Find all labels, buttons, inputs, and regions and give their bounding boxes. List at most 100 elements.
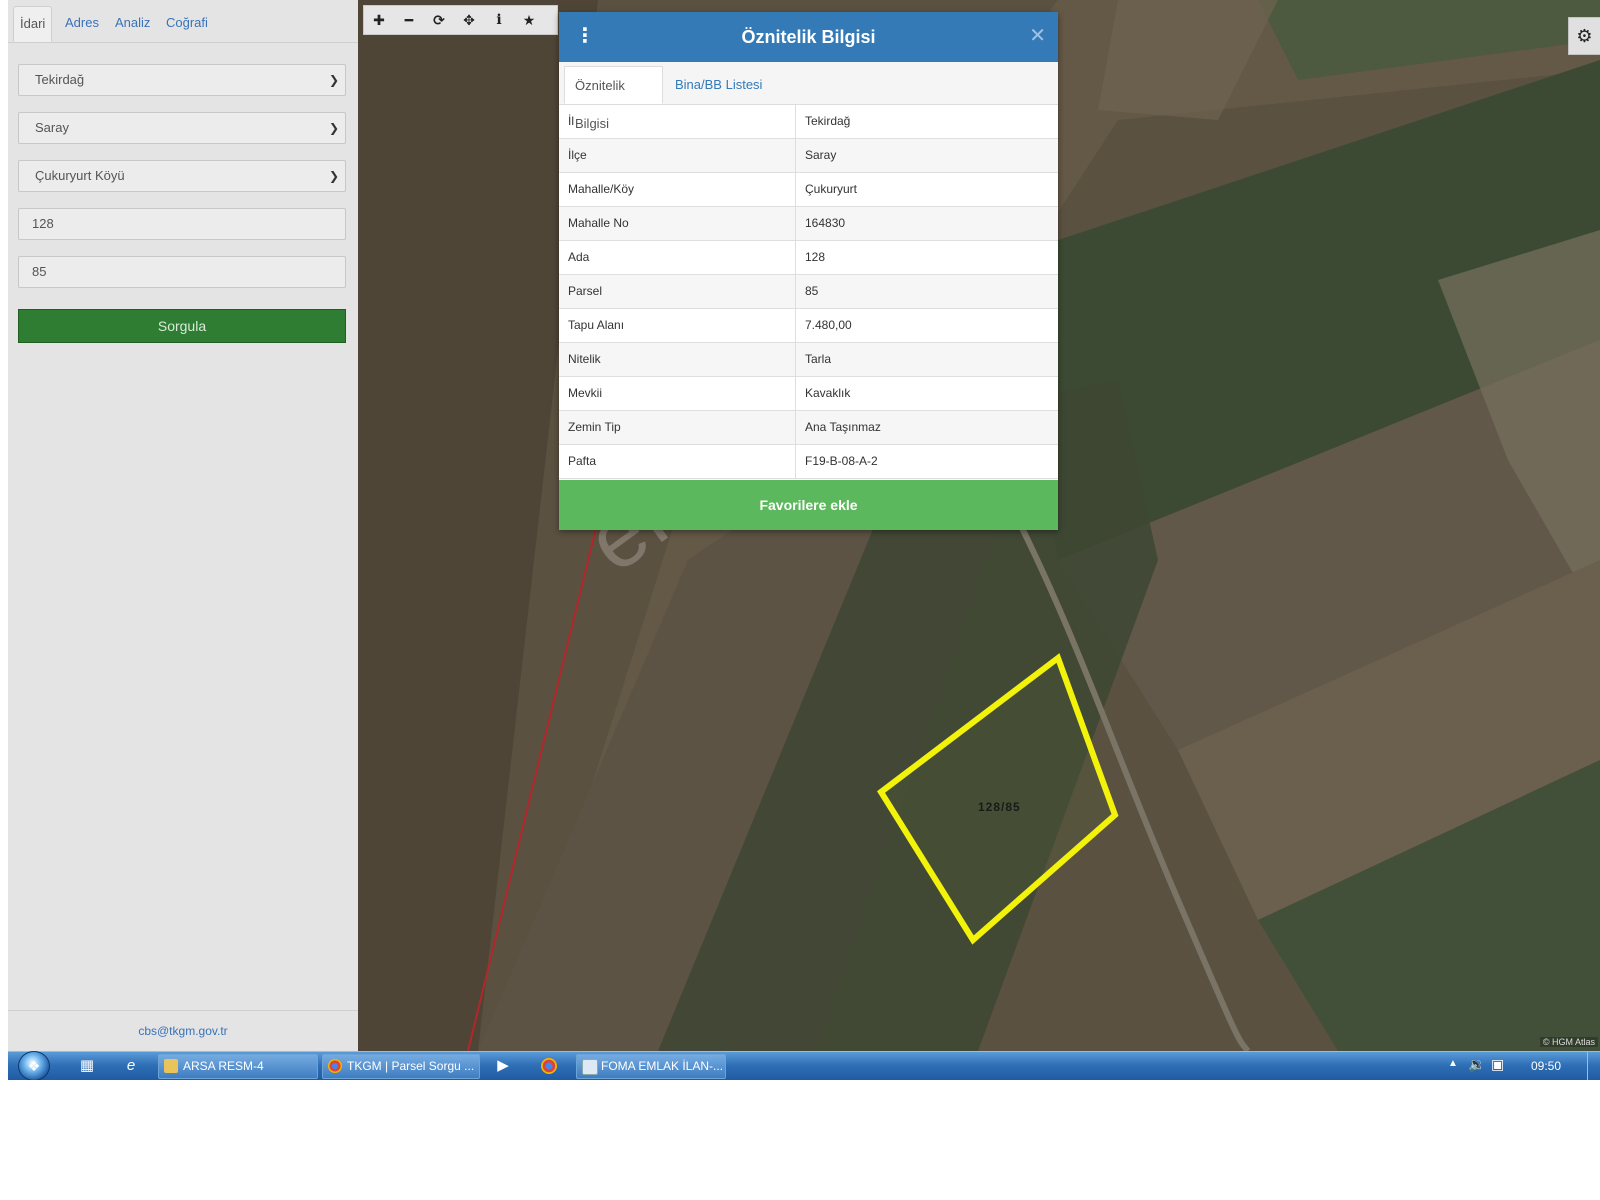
move-icon: ✥ (463, 11, 475, 28)
table-row: Mevkii Kavaklık (559, 376, 1058, 411)
ada-input[interactable]: 128 (18, 208, 346, 240)
ada-input-value: 128 (32, 216, 54, 231)
chevron-down-icon: ❯ (328, 169, 339, 183)
windows-logo-icon: ❖ (27, 1058, 41, 1074)
add-favorite-button[interactable]: Favorilere ekle (559, 480, 1058, 530)
windows-taskbar: ❖ ▦ e ARSA RESM-4 TKGM | Parsel Sorgu ..… (8, 1051, 1600, 1080)
zoom-in-button[interactable]: ✚ (364, 6, 394, 34)
favorites-button[interactable]: ★ (514, 6, 544, 34)
tab-bina-bb-listesi[interactable]: Bina/BB Listesi (665, 66, 772, 104)
tab-idari[interactable]: İdari (13, 6, 53, 42)
folder-icon (164, 1059, 178, 1073)
media-player-icon: ▶ (497, 1057, 509, 1074)
sidebar-tabs: İdari Adres Analiz Coğrafi (8, 0, 358, 43)
star-icon: ★ (522, 11, 536, 28)
info-icon: i (496, 12, 502, 28)
sorgula-button[interactable]: Sorgula (18, 309, 346, 343)
speaker-icon: 🔉 (1468, 1056, 1486, 1072)
attribute-key: Ada (559, 240, 796, 275)
start-button[interactable]: ❖ (18, 1051, 50, 1080)
map-toolbar: ✚ ━ ⟳ ✥ i ★ (363, 5, 558, 35)
table-row: İlçe Saray (559, 138, 1058, 173)
attribute-key: İl (559, 104, 796, 139)
attribute-key: Pafta (559, 444, 796, 479)
table-row: Tapu Alanı 7.480,00 (559, 308, 1058, 343)
attribute-value: 7.480,00 (795, 308, 1058, 343)
quicklaunch-ie[interactable]: e (120, 1056, 142, 1076)
task-tkgm-parsel[interactable]: TKGM | Parsel Sorgu ... (322, 1054, 480, 1079)
parsel-input-value: 85 (32, 264, 47, 279)
refresh-button[interactable]: ⟳ (424, 6, 454, 34)
dialog-menu-button[interactable]: ⋮ (575, 25, 595, 47)
screen: İdari Adres Analiz Coğrafi Tekirdağ ❯ Sa… (8, 0, 1600, 1080)
quicklaunch-excel[interactable]: ▦ (76, 1056, 98, 1076)
attribute-value: 164830 (795, 206, 1058, 241)
attribute-key: Zemin Tip (559, 410, 796, 445)
minus-icon: ━ (404, 11, 414, 28)
attribute-value: Tarla (795, 342, 1058, 377)
table-row: Mahalle No 164830 (559, 206, 1058, 241)
kebab-menu-icon: ⋮ (575, 25, 595, 47)
task-label: ARSA RESM-4 (183, 1059, 264, 1073)
tray-expand-button[interactable]: ▲ (1448, 1058, 1458, 1069)
sidebar-footer: cbs@tkgm.gov.tr (8, 1010, 358, 1052)
volume-button[interactable]: 🔉 (1468, 1056, 1485, 1073)
show-desktop-button[interactable] (1587, 1052, 1600, 1080)
il-select-value: Tekirdağ (35, 72, 85, 87)
chevron-down-icon: ❯ (328, 121, 339, 135)
attribute-value: F19-B-08-A-2 (795, 444, 1058, 479)
pan-button[interactable]: ✥ (454, 6, 484, 34)
attribute-value: Çukuryurt (795, 172, 1058, 207)
tab-analiz[interactable]: Analiz (109, 6, 156, 42)
table-row: Ada 128 (559, 240, 1058, 275)
dialog-title: Öznitelik Bilgisi (741, 27, 876, 47)
mahalle-select-value: Çukuryurt Köyü (35, 168, 125, 183)
ilce-select-value: Saray (35, 120, 69, 135)
tab-oznitelik-bilgisi[interactable]: Öznitelik Bilgisi (564, 66, 663, 131)
attribute-value: 85 (795, 274, 1058, 309)
info-button[interactable]: i (484, 6, 514, 34)
mahalle-select[interactable]: Çukuryurt Köyü ❯ (18, 160, 346, 192)
browser-e-icon: e (126, 1057, 136, 1074)
quicklaunch-chrome[interactable] (538, 1056, 560, 1076)
chrome-icon (328, 1059, 342, 1073)
zoom-out-button[interactable]: ━ (394, 6, 424, 34)
task-label: FOMA EMLAK İLAN-... (601, 1059, 724, 1073)
close-icon: ✕ (1029, 25, 1046, 47)
settings-button[interactable]: ⚙ (1568, 17, 1600, 55)
parsel-input[interactable]: 85 (18, 256, 346, 288)
gear-icon: ⚙ (1576, 25, 1593, 46)
document-icon (582, 1059, 598, 1075)
task-foma-emlak[interactable]: FOMA EMLAK İLAN-... (576, 1054, 726, 1079)
attribute-key: Parsel (559, 274, 796, 309)
attribute-key: Nitelik (559, 342, 796, 377)
network-button[interactable]: ▣ (1491, 1056, 1504, 1073)
il-select[interactable]: Tekirdağ ❯ (18, 64, 346, 96)
tab-cografi[interactable]: Coğrafi (160, 6, 214, 42)
attribute-value: Ana Taşınmaz (795, 410, 1058, 445)
attribute-value: Tekirdağ (795, 104, 1058, 139)
attribute-key: Tapu Alanı (559, 308, 796, 343)
tab-adres[interactable]: Adres (59, 6, 105, 42)
dialog-tabs: Öznitelik Bilgisi Bina/BB Listesi (559, 62, 1058, 131)
footer-email-link[interactable]: cbs@tkgm.gov.tr (8, 1011, 358, 1051)
dialog-header: Öznitelik Bilgisi ⋮ ✕ (559, 12, 1058, 62)
chevron-up-icon: ▲ (1448, 1058, 1458, 1069)
quicklaunch-media[interactable]: ▶ (492, 1056, 514, 1076)
chevron-down-icon: ❯ (328, 73, 339, 87)
plus-icon: ✚ (373, 11, 385, 28)
attribute-key: Mahalle/Köy (559, 172, 796, 207)
ilce-select[interactable]: Saray ❯ (18, 112, 346, 144)
table-row: Mahalle/Köy Çukuryurt (559, 172, 1058, 207)
task-arsa-resm[interactable]: ARSA RESM-4 (158, 1054, 318, 1079)
dialog-close-button[interactable]: ✕ (1029, 25, 1046, 47)
spreadsheet-icon: ▦ (79, 1057, 95, 1074)
map-attribution: © HGM Atlas (1539, 1037, 1598, 1047)
attribute-key: Mahalle No (559, 206, 796, 241)
attribute-key: İlçe (559, 138, 796, 173)
chrome-icon (541, 1058, 557, 1074)
table-row: Pafta F19-B-08-A-2 (559, 444, 1058, 479)
parcel-label: 128/85 (978, 800, 1021, 814)
taskbar-clock[interactable]: 09:50 (1531, 1052, 1561, 1080)
table-row: Parsel 85 (559, 274, 1058, 309)
